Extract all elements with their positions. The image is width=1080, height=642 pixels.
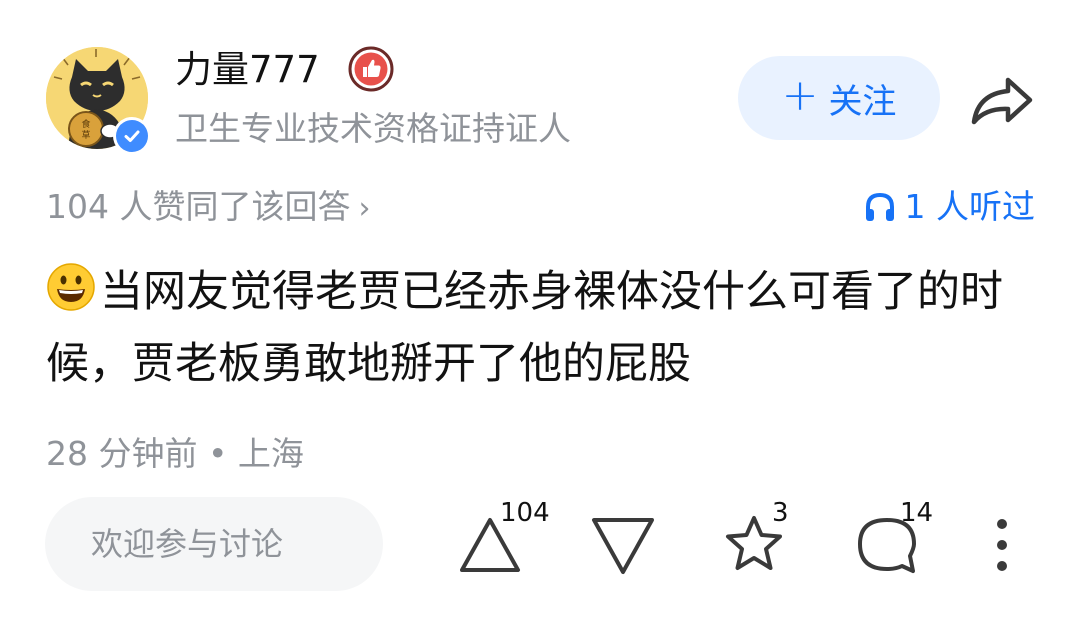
share-button[interactable] xyxy=(968,70,1036,130)
plus-icon: + xyxy=(781,70,819,121)
downvote-button[interactable] xyxy=(590,514,656,578)
author-name[interactable]: 力量777 xyxy=(175,44,320,96)
comment-count: 14 xyxy=(900,498,934,528)
favorite-count: 3 xyxy=(772,498,789,528)
svg-text:草: 草 xyxy=(81,129,90,141)
answer-text: 当网友觉得老贾已经赤身裸体没什么可看了的时候，贾老板勇敢地掰开了他的屁股 xyxy=(46,267,1003,389)
more-options-button[interactable] xyxy=(990,518,1014,574)
svg-text:食: 食 xyxy=(81,118,90,130)
verified-badge-icon xyxy=(113,117,151,155)
comment-button[interactable]: 14 xyxy=(856,498,936,578)
post-meta: 28 分钟前 • 上海 xyxy=(46,434,304,473)
votes-summary-link[interactable]: 104 人赞同了该回答 › xyxy=(46,184,370,232)
listened-text: 1 人听过 xyxy=(904,187,1036,226)
comment-input[interactable]: 欢迎参与讨论 xyxy=(45,497,383,591)
chevron-right-icon: › xyxy=(358,191,371,226)
share-arrow-icon xyxy=(971,77,1033,125)
listened-count[interactable]: 1 人听过 xyxy=(863,184,1036,230)
triangle-down-icon xyxy=(592,518,654,574)
headphones-icon xyxy=(865,192,894,221)
comment-input-placeholder: 欢迎参与讨论 xyxy=(91,525,284,563)
grinning-face-emoji-icon xyxy=(47,263,95,311)
thumbs-up-badge-icon xyxy=(348,46,394,92)
votes-summary-text: 104 人赞同了该回答 xyxy=(46,187,351,226)
follow-button[interactable]: + 关注 xyxy=(738,56,940,140)
more-vertical-icon xyxy=(997,519,1007,571)
upvote-button[interactable]: 104 xyxy=(458,498,550,578)
upvote-count: 104 xyxy=(500,498,550,528)
author-title: 卫生专业技术资格证持证人 xyxy=(175,109,571,148)
answer-content[interactable]: 当网友觉得老贾已经赤身裸体没什么可看了的时候，贾老板勇敢地掰开了他的屁股 xyxy=(46,256,1036,400)
follow-button-label: 关注 xyxy=(828,81,897,122)
favorite-button[interactable]: 3 xyxy=(722,498,792,578)
